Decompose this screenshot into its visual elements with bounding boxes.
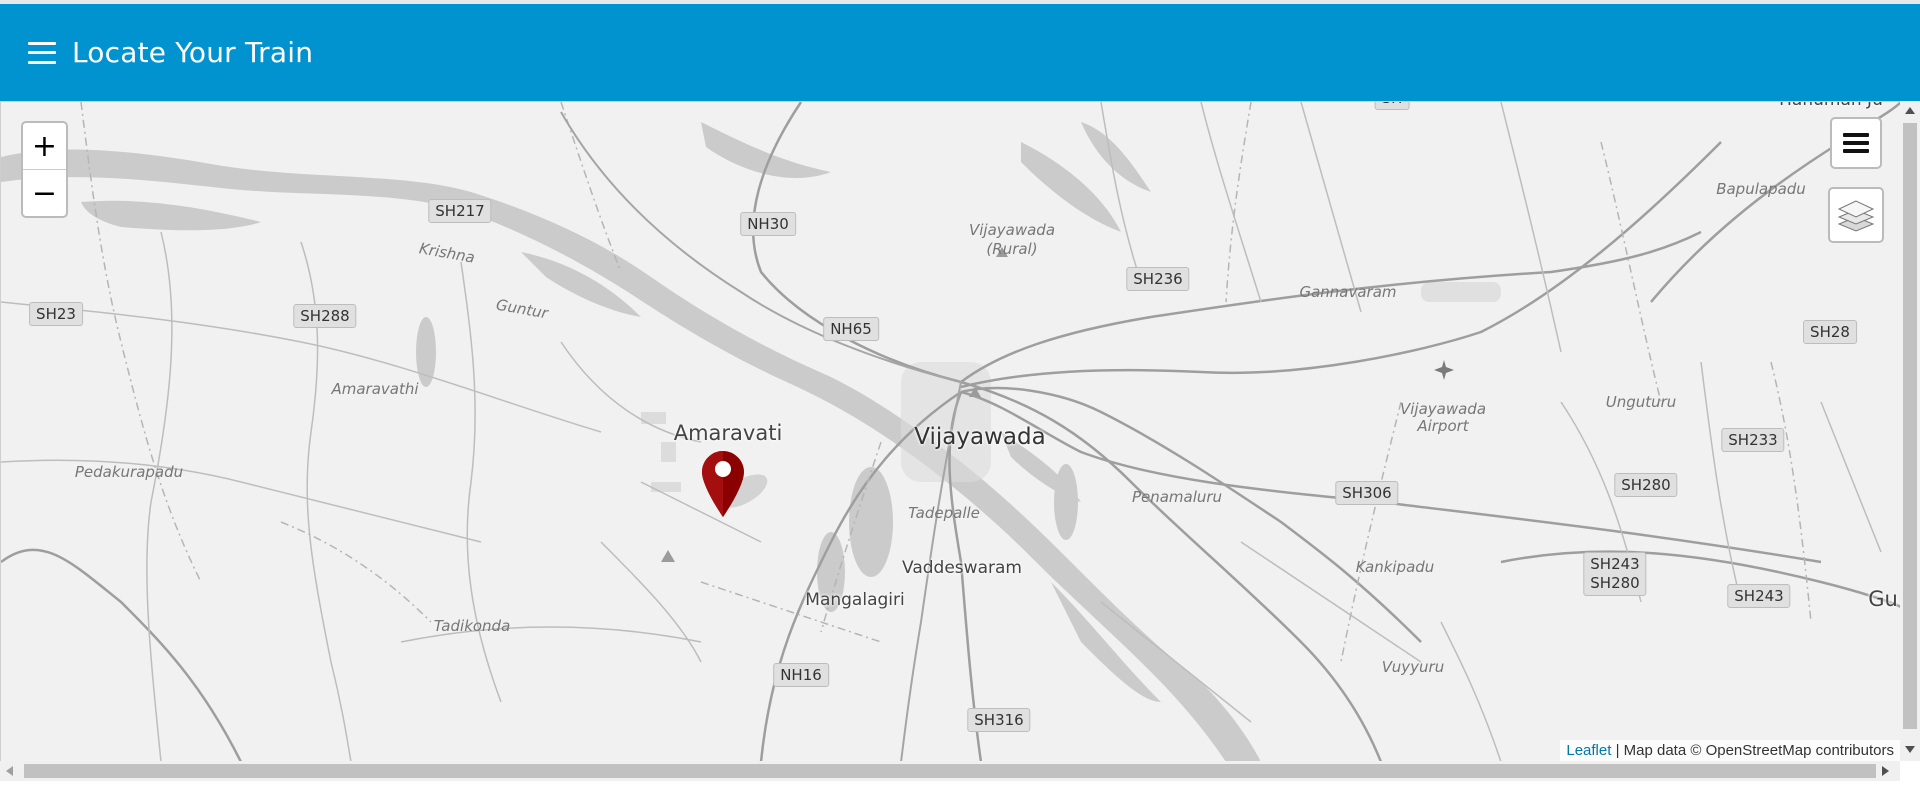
place-label-mangalagiri: Mangalagiri xyxy=(805,590,905,610)
road-shield-sh236: SH236 xyxy=(1126,267,1190,291)
layers-icon xyxy=(1837,200,1875,232)
road-shield-sh306: SH306 xyxy=(1335,481,1399,505)
place-label-kankipadu: Kankipadu xyxy=(1355,558,1435,576)
road-shield-sh-top: SH xyxy=(1374,102,1410,110)
map-view[interactable]: Vijayawada Amaravati Vaddeswaram Mangala… xyxy=(0,101,1900,761)
road-shield-sh233: SH233 xyxy=(1721,428,1785,452)
road-shield-sh288: SH288 xyxy=(293,304,357,328)
place-label-amaravathi: Amaravathi xyxy=(331,380,419,398)
bottom-border xyxy=(0,781,1920,788)
road-shield-sh28: SH28 xyxy=(1803,320,1857,344)
road-shield-sh280: SH280 xyxy=(1614,473,1678,497)
scroll-right-arrow-icon[interactable] xyxy=(1882,766,1889,776)
place-label-gu: Gu xyxy=(1868,587,1898,611)
vertical-scrollbar[interactable] xyxy=(1900,101,1920,761)
list-menu-icon xyxy=(1843,133,1869,153)
scroll-up-arrow-icon[interactable] xyxy=(1905,107,1915,114)
app-title: Locate Your Train xyxy=(72,36,314,69)
place-label-vuyyuru: Vuyyuru xyxy=(1381,658,1445,676)
zoom-out-button[interactable]: − xyxy=(23,169,66,216)
road-shield-sh23: SH23 xyxy=(29,302,83,326)
zoom-in-button[interactable]: + xyxy=(23,123,66,169)
layers-menu-button[interactable] xyxy=(1830,117,1882,169)
place-label-pedakurapadu: Pedakurapadu xyxy=(74,463,184,481)
road-shield-sh243-line: SH243 xyxy=(1590,555,1640,573)
place-label-amaravati: Amaravati xyxy=(673,421,783,445)
road-shield-sh243: SH243 xyxy=(1727,584,1791,608)
vertical-scroll-thumb[interactable] xyxy=(1903,123,1917,729)
place-label-tadepalle: Tadepalle xyxy=(908,504,980,522)
attribution-text: | Map data © OpenStreetMap contributors xyxy=(1611,742,1894,759)
place-label-unguturu: Unguturu xyxy=(1605,393,1677,411)
road-shield-nh65: NH65 xyxy=(823,317,879,341)
road-shield-nh30: NH30 xyxy=(740,212,796,236)
place-label-vijayawada-rural: Vijayawada xyxy=(968,221,1056,239)
road-shield-nh16: NH16 xyxy=(773,663,829,687)
app-header: Locate Your Train xyxy=(0,4,1920,101)
place-label-bapulapadu: Bapulapadu xyxy=(1716,180,1806,198)
place-label-penamaluru: Penamaluru xyxy=(1131,488,1223,506)
scroll-left-arrow-icon[interactable] xyxy=(6,766,13,776)
leaflet-link[interactable]: Leaflet xyxy=(1566,742,1611,759)
road-shield-sh243-sh280: SH243 SH280 xyxy=(1583,552,1647,596)
layers-toggle-button[interactable] xyxy=(1828,187,1884,243)
horizontal-scroll-thumb[interactable] xyxy=(24,764,1876,778)
scroll-down-arrow-icon[interactable] xyxy=(1905,746,1915,753)
zoom-control: + − xyxy=(21,121,68,218)
place-label-hanuman: Hanuman Ju xyxy=(1779,102,1883,110)
road-shield-sh280-line: SH280 xyxy=(1590,574,1640,592)
place-label-vaddeswaram: Vaddeswaram xyxy=(902,558,1022,578)
road-shield-sh316: SH316 xyxy=(967,708,1031,732)
map-pin-graphic xyxy=(702,451,768,517)
place-label-vijayawada-rural-suffix: (Rural) xyxy=(986,240,1038,258)
map-attribution: Leaflet | Map data © OpenStreetMap contr… xyxy=(1560,740,1900,761)
road-shield-sh217: SH217 xyxy=(428,199,492,223)
place-label-tadikonda: Tadikonda xyxy=(433,617,511,635)
place-label-vijayawada: Vijayawada xyxy=(914,424,1046,450)
horizontal-scrollbar[interactable] xyxy=(0,761,1900,781)
hamburger-menu-icon[interactable] xyxy=(28,41,56,64)
place-label-airport-suffix: Airport xyxy=(1417,417,1469,435)
place-label-airport: Vijayawada xyxy=(1399,400,1487,418)
place-label-gannavaram: Gannavaram xyxy=(1299,283,1397,301)
map-pin-icon[interactable] xyxy=(702,451,772,528)
